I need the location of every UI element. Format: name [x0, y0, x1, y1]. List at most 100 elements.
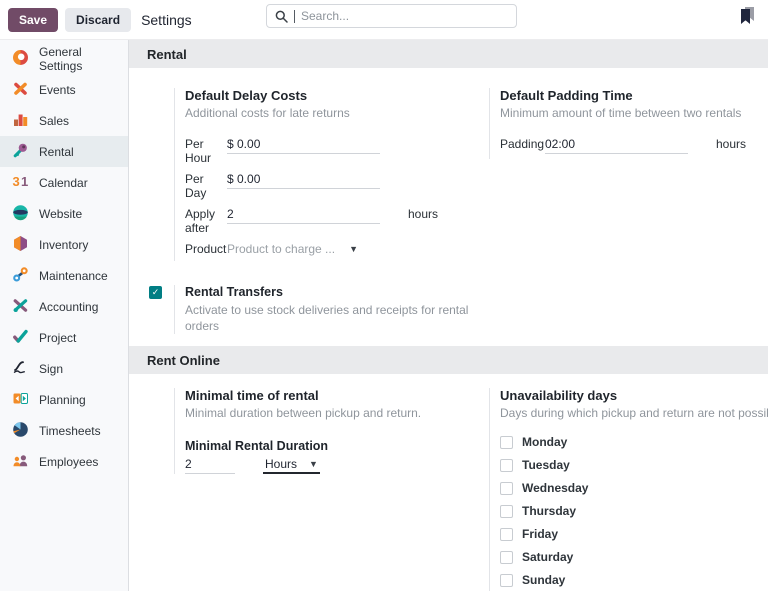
minimal-time-title: Minimal time of rental [185, 388, 489, 403]
chevron-down-icon: ▼ [309, 459, 318, 469]
saturday-checkbox[interactable] [500, 551, 513, 564]
timesheets-clock-icon [12, 421, 29, 441]
sidebar-item-inventory[interactable]: Inventory [0, 229, 128, 260]
per-hour-input[interactable]: $ 0.00 [227, 135, 380, 154]
minimal-rental-duration-row: 2 Hours ▼ [185, 455, 489, 474]
duration-unit-value: Hours [265, 457, 297, 471]
sidebar-item-label: Project [39, 331, 76, 345]
chevron-down-icon: ▼ [349, 244, 358, 254]
settings-sidebar: General Settings Events Sales Rental 31 … [0, 40, 129, 591]
unavailability-days-box: Unavailability days Days during which pi… [489, 388, 768, 591]
minimal-rental-duration-label: Minimal Rental Duration [185, 439, 489, 453]
save-button[interactable]: Save [8, 8, 58, 32]
rental-transfers-checkbox[interactable]: ✓ [149, 286, 162, 299]
padding-label: Padding [500, 135, 545, 151]
sidebar-item-label: Calendar [39, 176, 88, 190]
sidebar-item-timesheets[interactable]: Timesheets [0, 415, 128, 446]
wednesday-label: Wednesday [522, 481, 588, 495]
padding-input[interactable]: 02:00 [545, 135, 688, 154]
text-cursor [294, 10, 295, 23]
unavailability-days-subtitle: Days during which pickup and return are … [500, 406, 768, 420]
thursday-label: Thursday [522, 504, 576, 518]
page-title: Settings [141, 12, 192, 28]
sidebar-item-label: Timesheets [39, 424, 101, 438]
sunday-checkbox[interactable] [500, 574, 513, 587]
sidebar-item-calendar[interactable]: 31 Calendar [0, 167, 128, 198]
thursday-checkbox[interactable] [500, 505, 513, 518]
sidebar-item-employees[interactable]: Employees [0, 446, 128, 477]
per-day-label: Per Day [185, 170, 227, 200]
sidebar-item-general-settings[interactable]: General Settings [0, 43, 128, 74]
sidebar-item-label: Inventory [39, 238, 88, 252]
product-label: Product [185, 240, 227, 256]
sidebar-item-project[interactable]: Project [0, 322, 128, 353]
padding-row: Padding 02:00 hours [500, 135, 746, 154]
tuesday-label: Tuesday [522, 458, 570, 472]
sidebar-item-planning[interactable]: Planning [0, 384, 128, 415]
duration-unit-select[interactable]: Hours ▼ [263, 455, 320, 474]
employees-icon [12, 452, 29, 472]
sidebar-item-maintenance[interactable]: Maintenance [0, 260, 128, 291]
events-icon [12, 80, 29, 100]
search-placeholder: Search... [301, 9, 349, 23]
day-row-thursday: Thursday [500, 504, 768, 518]
rental-section-body: Default Delay Costs Additional costs for… [129, 68, 768, 346]
sidebar-item-label: Planning [39, 393, 86, 407]
sidebar-item-label: General Settings [39, 45, 128, 73]
sidebar-item-accounting[interactable]: Accounting [0, 291, 128, 322]
planning-arrows-icon [12, 390, 29, 410]
bookmark-icon[interactable] [735, 4, 759, 31]
default-padding-time-box: Default Padding Time Minimum amount of t… [489, 88, 746, 159]
main-layout: General Settings Events Sales Rental 31 … [0, 40, 768, 591]
svg-text:1: 1 [21, 174, 28, 189]
per-day-row: Per Day $ 0.00 [185, 170, 489, 200]
calendar-31-icon: 31 [12, 173, 29, 193]
day-row-wednesday: Wednesday [500, 481, 768, 495]
sidebar-item-website[interactable]: Website [0, 198, 128, 229]
sidebar-item-label: Rental [39, 145, 74, 159]
rent-online-section-header: Rent Online [129, 346, 768, 374]
per-hour-label: Per Hour [185, 135, 227, 165]
product-row: Product Product to charge ... ▼ [185, 240, 489, 256]
apply-after-label: Apply after [185, 205, 227, 235]
accounting-icon [12, 297, 29, 317]
padding-unit: hours [716, 135, 746, 151]
minimal-rental-duration-input[interactable]: 2 [185, 455, 235, 474]
day-row-tuesday: Tuesday [500, 458, 768, 472]
search-input[interactable]: Search... [266, 4, 517, 28]
saturday-label: Saturday [522, 550, 573, 564]
rental-section-header: Rental [129, 40, 768, 68]
day-row-friday: Friday [500, 527, 768, 541]
default-padding-time-title: Default Padding Time [500, 88, 746, 103]
sidebar-item-label: Maintenance [39, 269, 108, 283]
product-dropdown[interactable]: Product to charge ... ▼ [227, 240, 358, 256]
day-row-monday: Monday [500, 435, 768, 449]
default-padding-time-subtitle: Minimum amount of time between two renta… [500, 106, 746, 120]
friday-label: Friday [522, 527, 558, 541]
apply-after-unit: hours [408, 205, 438, 221]
tuesday-checkbox[interactable] [500, 459, 513, 472]
monday-label: Monday [522, 435, 567, 449]
unavailability-days-list: Monday Tuesday Wednesday [500, 435, 768, 587]
sign-signature-icon [12, 359, 29, 379]
sidebar-item-events[interactable]: Events [0, 74, 128, 105]
default-delay-costs-subtitle: Additional costs for late returns [185, 106, 489, 120]
sidebar-item-sales[interactable]: Sales [0, 105, 128, 136]
sidebar-item-label: Sales [39, 114, 69, 128]
day-row-sunday: Sunday [500, 573, 768, 587]
sidebar-item-rental[interactable]: Rental [0, 136, 128, 167]
discard-button[interactable]: Discard [65, 8, 131, 32]
monday-checkbox[interactable] [500, 436, 513, 449]
inventory-box-icon [12, 235, 29, 255]
wednesday-checkbox[interactable] [500, 482, 513, 495]
sidebar-item-label: Website [39, 207, 82, 221]
per-day-input[interactable]: $ 0.00 [227, 170, 380, 189]
rent-online-section-body: Minimal time of rental Minimal duration … [129, 374, 768, 591]
apply-after-input[interactable]: 2 [227, 205, 380, 224]
sidebar-item-sign[interactable]: Sign [0, 353, 128, 384]
sidebar-item-label: Employees [39, 455, 98, 469]
maintenance-links-icon [12, 266, 29, 286]
sidebar-item-label: Accounting [39, 300, 98, 314]
friday-checkbox[interactable] [500, 528, 513, 541]
sales-icon [12, 111, 29, 131]
